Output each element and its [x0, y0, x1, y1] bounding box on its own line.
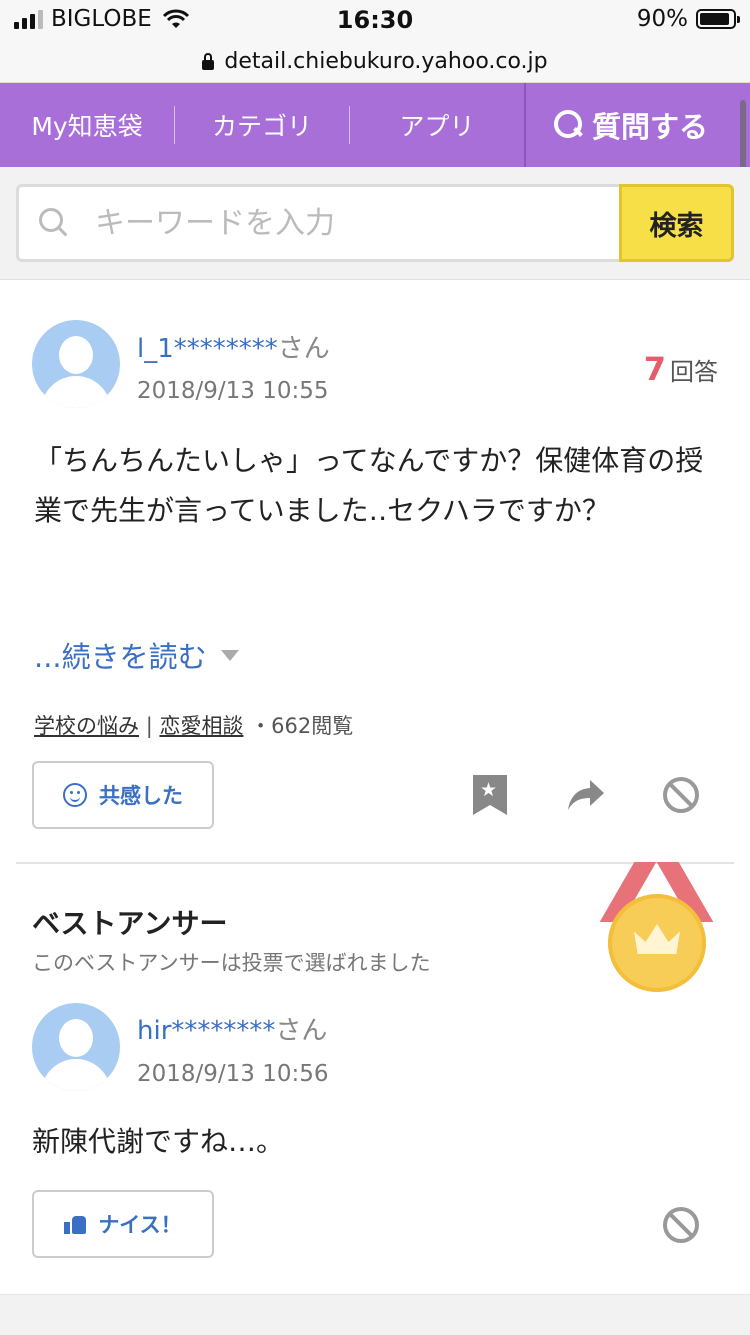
medal-icon	[608, 894, 706, 992]
question-categories: 学校の悩み | 恋愛相談 ・662閲覧	[34, 710, 353, 740]
smile-icon	[63, 783, 87, 807]
url-bar[interactable]: detail.chiebukuro.yahoo.co.jp	[0, 40, 750, 83]
category-link-school[interactable]: 学校の悩み	[34, 714, 139, 738]
nice-label: ナイス！	[98, 1213, 182, 1237]
asker-username: l_1********	[137, 334, 278, 364]
thumbs-up-icon	[64, 1214, 87, 1234]
nav-app[interactable]: アプリ	[350, 107, 524, 143]
best-answer-subtitle: このベストアンサーは投票で選ばれました	[32, 951, 431, 975]
section-divider	[16, 862, 734, 864]
question-text: 「ちんちんたいしゃ」ってなんですか？保健体育の授業で先生が言っていました‥セクハ…	[34, 444, 704, 527]
nav-category[interactable]: カテゴリ	[175, 107, 349, 143]
bookmark-icon: ★	[473, 775, 507, 815]
honorific: さん	[275, 1016, 328, 1046]
crown-icon	[634, 924, 680, 954]
battery-percent: 90%	[636, 6, 688, 32]
answer-count-number: 7	[643, 350, 666, 388]
block-icon	[663, 1207, 699, 1243]
search-icon	[39, 208, 69, 238]
asker-avatar[interactable]	[32, 320, 120, 408]
read-more-label: ...続きを読む	[34, 640, 207, 674]
question-search-icon	[553, 110, 584, 140]
read-more-link[interactable]: ...続きを読む	[34, 634, 239, 676]
answer-block-button[interactable]	[663, 1207, 699, 1243]
answer-count-label: 回答	[670, 358, 718, 386]
best-answer-title: ベストアンサー	[32, 907, 228, 940]
question-date: 2018/9/13 10:55	[137, 378, 329, 404]
lock-icon	[202, 53, 215, 70]
url-text: detail.chiebukuro.yahoo.co.jp	[224, 48, 548, 74]
answer-date: 2018/9/13 10:56	[137, 1061, 329, 1087]
nice-button[interactable]: ナイス！	[32, 1190, 214, 1258]
bottom-bar	[0, 1294, 750, 1335]
search-button[interactable]: 検索	[619, 184, 734, 262]
search-input[interactable]	[93, 204, 597, 242]
battery-info: 90%	[636, 6, 740, 32]
answerer-avatar[interactable]	[32, 1003, 120, 1091]
ask-question-label: 質問する	[591, 110, 708, 144]
answer-count: 7 回答	[644, 350, 718, 388]
asker-name[interactable]: l_1********さん	[137, 328, 330, 365]
view-count: ・662閲覧	[250, 714, 354, 738]
battery-icon	[696, 9, 740, 29]
category-separator: |	[145, 714, 153, 738]
search-area: 検索	[0, 167, 750, 280]
share-button[interactable]	[566, 778, 606, 816]
answerer-username: hir********	[137, 1016, 276, 1046]
answer-text: 新陳代謝ですね…。	[32, 1125, 285, 1158]
status-bar: BIGLOBE 16:30 90%	[0, 0, 750, 40]
empathy-button[interactable]: 共感した	[32, 761, 214, 829]
ask-question-button[interactable]: 質問する	[524, 83, 750, 167]
search-box	[16, 184, 620, 262]
block-button[interactable]	[663, 777, 699, 813]
category-link-love[interactable]: 恋愛相談	[159, 714, 243, 738]
empathy-label: 共感した	[99, 784, 183, 808]
nav-my-chiebukuro[interactable]: My知恵袋	[0, 107, 174, 143]
chevron-down-icon	[220, 649, 239, 661]
block-icon	[663, 777, 699, 813]
bookmark-button[interactable]: ★	[473, 775, 507, 815]
top-nav: My知恵袋 カテゴリ アプリ 質問する	[0, 83, 750, 167]
answerer-name[interactable]: hir********さん	[137, 1010, 327, 1047]
honorific: さん	[277, 334, 330, 364]
share-icon	[568, 780, 604, 810]
